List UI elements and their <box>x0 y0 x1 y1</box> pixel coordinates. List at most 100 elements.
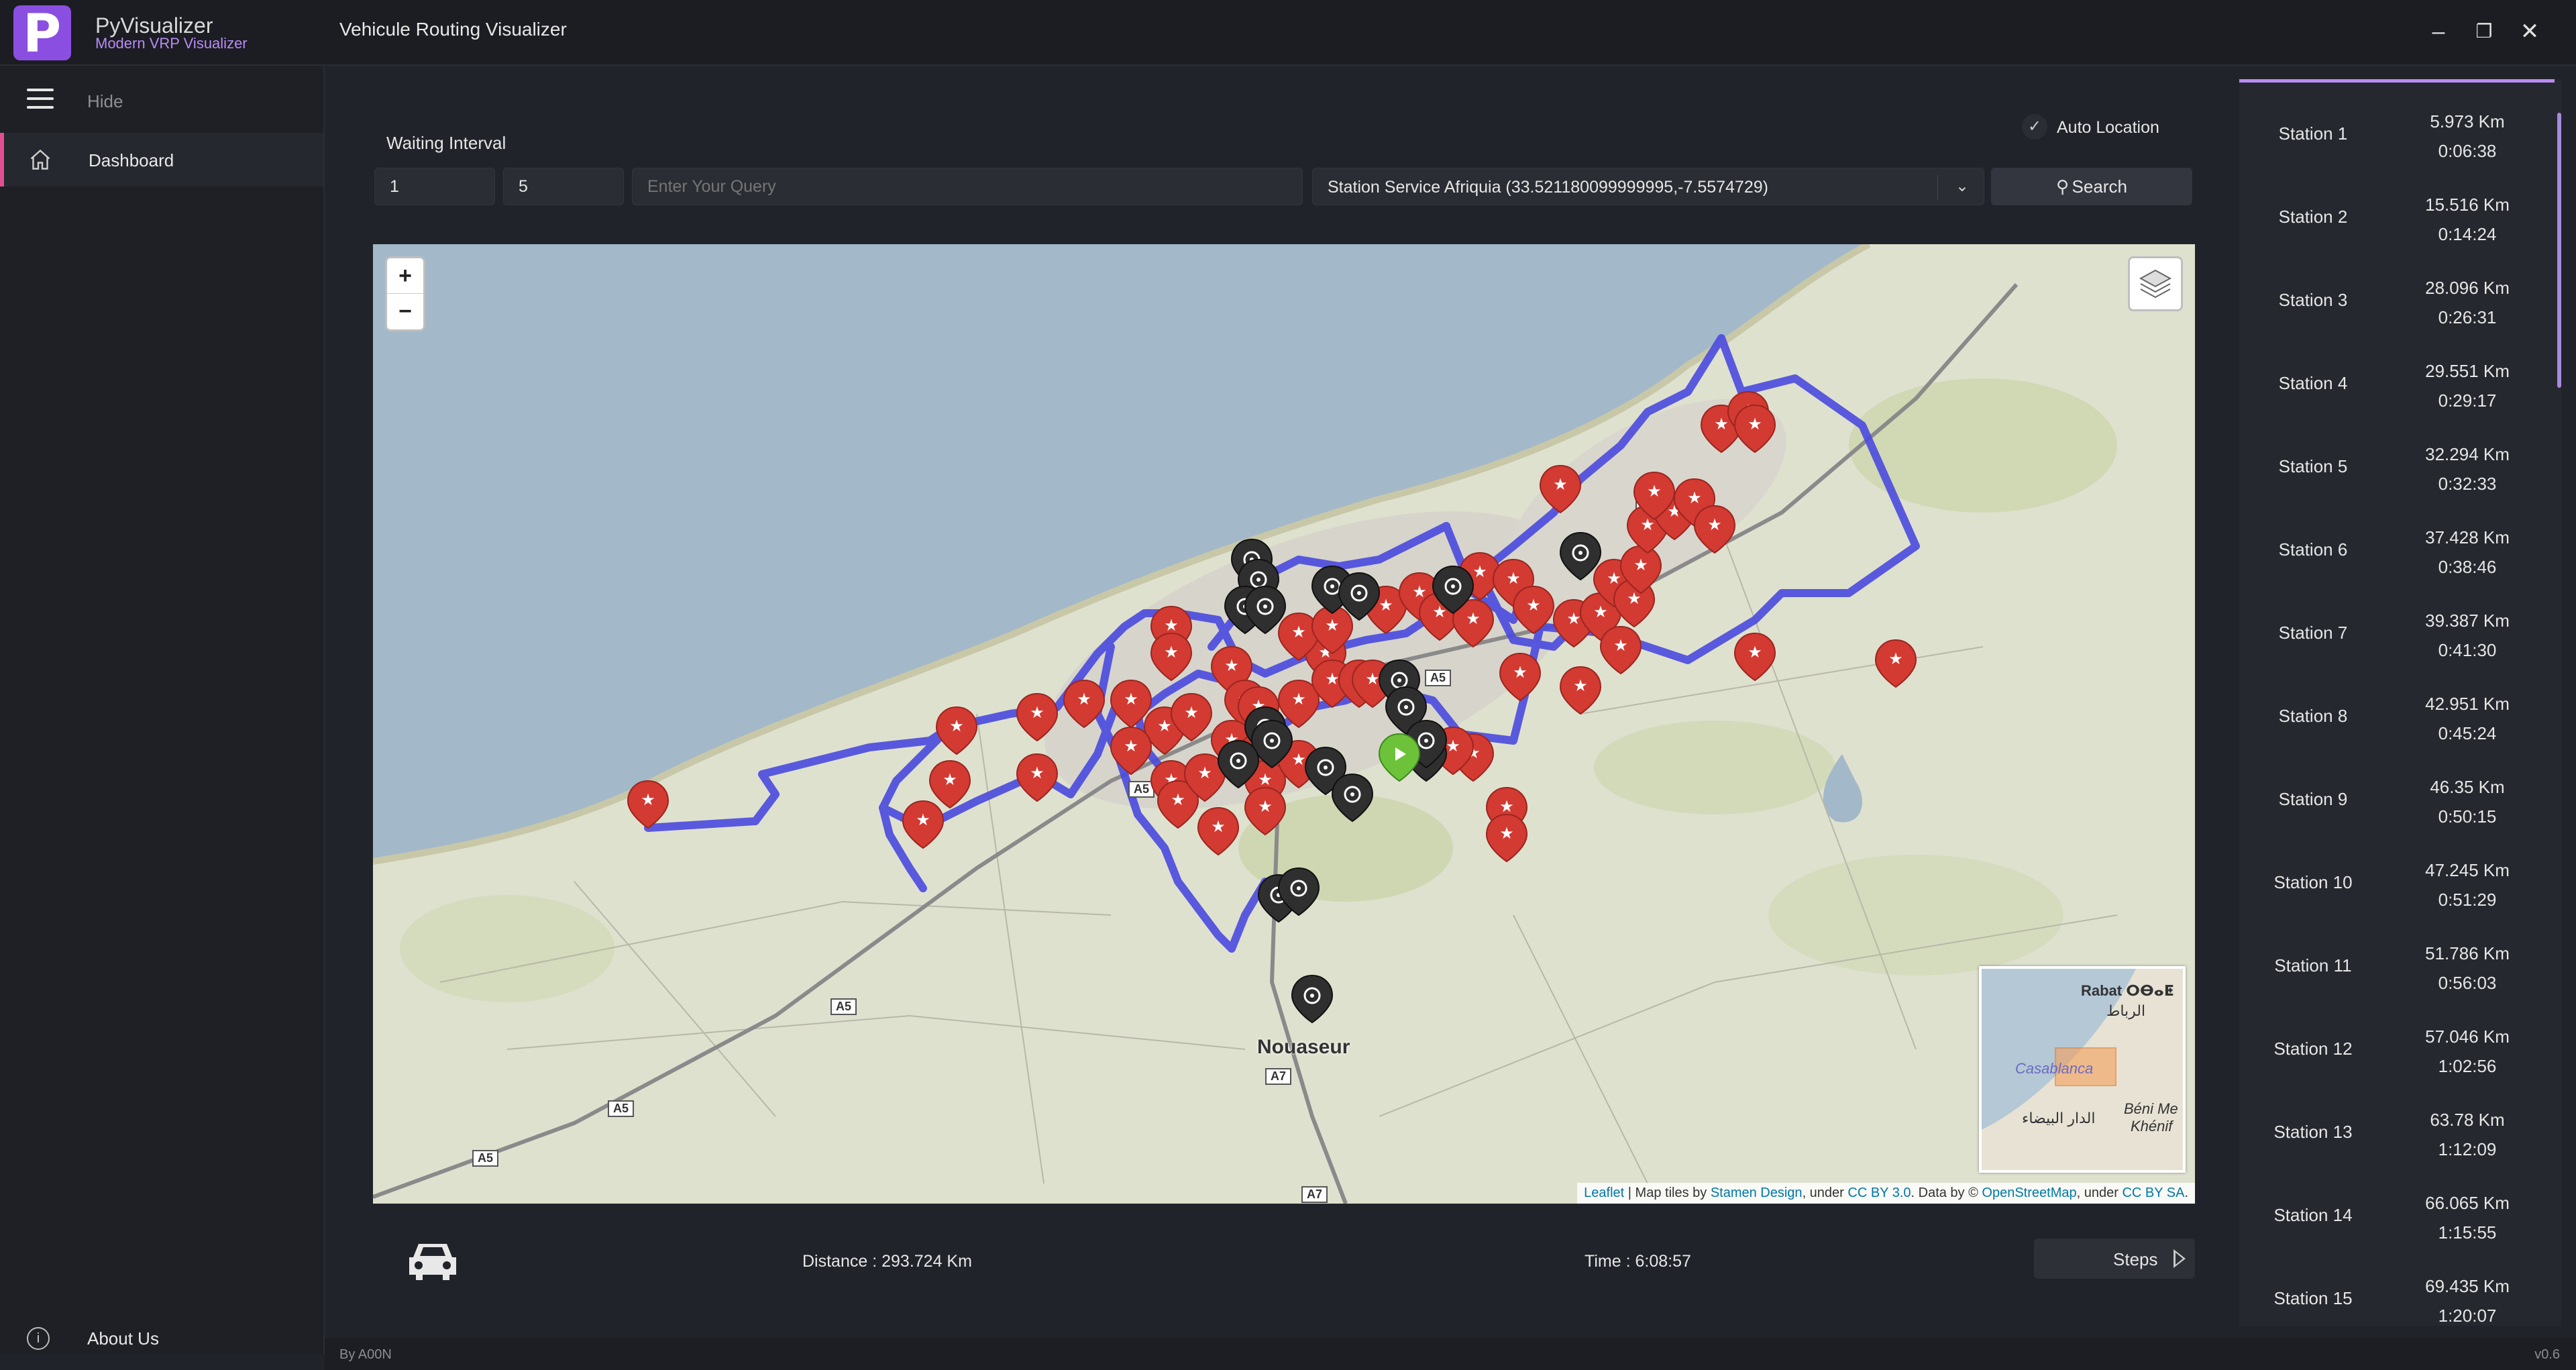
minimap-label-rabat-ar: الرباط <box>2106 1002 2146 1019</box>
leaflet-link[interactable]: Leaflet <box>1584 1185 1624 1200</box>
sidebar-item-dashboard[interactable]: Dashboard <box>0 133 323 187</box>
minimize-icon[interactable]: – <box>2422 15 2455 48</box>
info-icon: i <box>27 1327 50 1350</box>
app-subtitle: Modern VRP Visualizer <box>95 35 248 52</box>
station-row[interactable]: Station 12 57.046 Km 1:02:56 <box>2239 1008 2555 1091</box>
station-time: 1:20:07 <box>2438 1306 2497 1326</box>
station-name: Station 13 <box>2273 1122 2353 1142</box>
active-indicator <box>0 133 4 187</box>
interval-max-input[interactable] <box>503 168 624 205</box>
chevron-down-icon[interactable]: ⌄ <box>1955 176 1969 196</box>
station-distance: 29.551 Km <box>2425 361 2510 381</box>
station-distance: 66.065 Km <box>2425 1193 2510 1213</box>
steps-button[interactable]: Steps <box>2034 1239 2195 1279</box>
search-button[interactable]: ⚲ Search <box>1991 168 2192 205</box>
attribution-text: , under <box>2076 1185 2123 1200</box>
ccsa-link[interactable]: CC BY SA <box>2122 1185 2184 1200</box>
station-row[interactable]: Station 1 5.973 Km 0:06:38 <box>2239 93 2555 176</box>
station-time: 0:50:15 <box>2438 806 2497 827</box>
layers-icon[interactable] <box>2128 256 2183 311</box>
station-distance: 51.786 Km <box>2425 943 2510 963</box>
close-icon[interactable]: ✕ <box>2513 15 2546 48</box>
sidebar-toggle[interactable]: Hide <box>0 72 323 126</box>
station-row[interactable]: Station 2 15.516 Km 0:14:24 <box>2239 176 2555 259</box>
waiting-interval-label: Waiting Interval <box>386 133 506 153</box>
about-label: About Us <box>87 1328 159 1349</box>
station-select[interactable]: Station Service Afriquia (33.52118009999… <box>1312 168 1984 205</box>
station-time: 1:12:09 <box>2438 1139 2497 1159</box>
window-title: Vehicule Routing Visualizer <box>339 19 567 40</box>
attribution-text: . <box>2184 1185 2188 1200</box>
station-distance: 32.294 Km <box>2425 444 2510 464</box>
station-distance: 47.245 Km <box>2425 860 2510 880</box>
zoom-in-button[interactable]: + <box>387 258 423 293</box>
station-distance: 57.046 Km <box>2425 1026 2510 1047</box>
station-row[interactable]: Station 15 69.435 Km 1:20:07 <box>2239 1257 2555 1326</box>
station-time: 0:38:46 <box>2438 557 2497 577</box>
station-row[interactable]: Station 14 66.065 Km 1:15:55 <box>2239 1174 2555 1257</box>
osm-link[interactable]: OpenStreetMap <box>1982 1185 2076 1200</box>
station-row[interactable]: Station 13 63.78 Km 1:12:09 <box>2239 1091 2555 1174</box>
route-map[interactable]: A5 A5 A5 A5 A5 A5 A5 A7 A7 Nouaseur ★ <box>373 244 2195 1204</box>
status-bar: By A00N v0.6 <box>325 1338 2576 1370</box>
attribution-text: , under <box>1802 1185 1848 1200</box>
hamburger-icon[interactable] <box>27 89 54 109</box>
station-row[interactable]: Station 8 42.951 Km 0:45:24 <box>2239 675 2555 758</box>
station-name: Station 9 <box>2278 789 2348 809</box>
station-distance: 63.78 Km <box>2430 1110 2505 1130</box>
home-icon <box>30 149 50 170</box>
station-name: Station 3 <box>2278 290 2348 310</box>
station-name: Station 12 <box>2273 1039 2353 1059</box>
panel-accent <box>2239 79 2555 83</box>
station-row[interactable]: Station 4 29.551 Km 0:29:17 <box>2239 342 2555 425</box>
location-pin-icon: ⚲ <box>2056 176 2070 197</box>
station-distance: 37.428 Km <box>2425 527 2510 547</box>
station-row[interactable]: Station 5 32.294 Km 0:32:33 <box>2239 425 2555 509</box>
station-name: Station 4 <box>2278 373 2348 393</box>
steps-button-label: Steps <box>2113 1249 2158 1269</box>
query-input[interactable] <box>632 168 1303 205</box>
minimap-label-casa-ar: الدار البيضاء <box>2022 1110 2096 1126</box>
station-name: Station 6 <box>2278 539 2348 560</box>
sidebar-item-about[interactable]: i About Us <box>0 1319 323 1359</box>
station-row[interactable]: Station 7 39.387 Km 0:41:30 <box>2239 592 2555 675</box>
station-time: 0:29:17 <box>2438 390 2497 411</box>
start-marker <box>1379 733 1420 782</box>
station-time: 1:15:55 <box>2438 1222 2497 1243</box>
station-distance: 15.516 Km <box>2425 195 2510 215</box>
station-row[interactable]: Station 10 47.245 Km 0:51:29 <box>2239 841 2555 925</box>
station-time: 0:14:24 <box>2438 224 2497 244</box>
stations-panel[interactable]: Station 1 5.973 Km 0:06:38 Station 2 15.516 … <box>2239 79 2561 1326</box>
station-row[interactable]: Station 6 37.428 Km 0:38:46 <box>2239 509 2555 592</box>
station-time: 0:45:24 <box>2438 723 2497 743</box>
station-name: Station 14 <box>2273 1205 2353 1225</box>
station-distance: 69.435 Km <box>2425 1276 2510 1296</box>
zoom-control: + − <box>385 256 425 331</box>
station-name: Station 5 <box>2278 456 2348 476</box>
search-button-label: Search <box>2072 176 2127 197</box>
station-distance: 28.096 Km <box>2425 278 2510 298</box>
station-row[interactable]: Station 3 28.096 Km 0:26:31 <box>2239 259 2555 342</box>
zoom-out-button[interactable]: − <box>387 294 423 329</box>
station-distance: 42.951 Km <box>2425 694 2510 714</box>
title-bar: P PyVisualizer Modern VRP Visualizer Veh… <box>0 0 2576 66</box>
cc-link[interactable]: CC BY 3.0 <box>1847 1185 1911 1200</box>
station-row[interactable]: Station 11 51.786 Km 0:56:03 <box>2239 925 2555 1008</box>
app-logo: P <box>13 4 71 64</box>
station-time: 1:02:56 <box>2438 1056 2497 1076</box>
minimap[interactable]: Rabat ⵔⴱⴰⵟ الرباط Casablanca الدار البيض… <box>1979 966 2186 1173</box>
minimap-label-khenif: Khénif <box>2131 1118 2173 1135</box>
station-row[interactable]: Station 9 46.35 Km 0:50:15 <box>2239 758 2555 841</box>
scrollbar[interactable] <box>2557 113 2561 388</box>
station-name: Station 2 <box>2278 207 2348 227</box>
stamen-link[interactable]: Stamen Design <box>1711 1185 1803 1200</box>
check-icon[interactable]: ✓ <box>2022 114 2047 140</box>
station-time: 0:41:30 <box>2438 640 2497 660</box>
station-distance: 5.973 Km <box>2430 111 2505 131</box>
station-time: 0:26:31 <box>2438 307 2497 327</box>
restore-icon[interactable]: ❐ <box>2467 15 2501 48</box>
route-summary: Distance : 293.724 Km Time : 6:08:57 Ste… <box>373 1222 2195 1303</box>
station-name: Station 1 <box>2278 123 2348 144</box>
minimap-label-beni: Béni Me <box>2124 1100 2178 1117</box>
interval-min-input[interactable] <box>374 168 495 205</box>
